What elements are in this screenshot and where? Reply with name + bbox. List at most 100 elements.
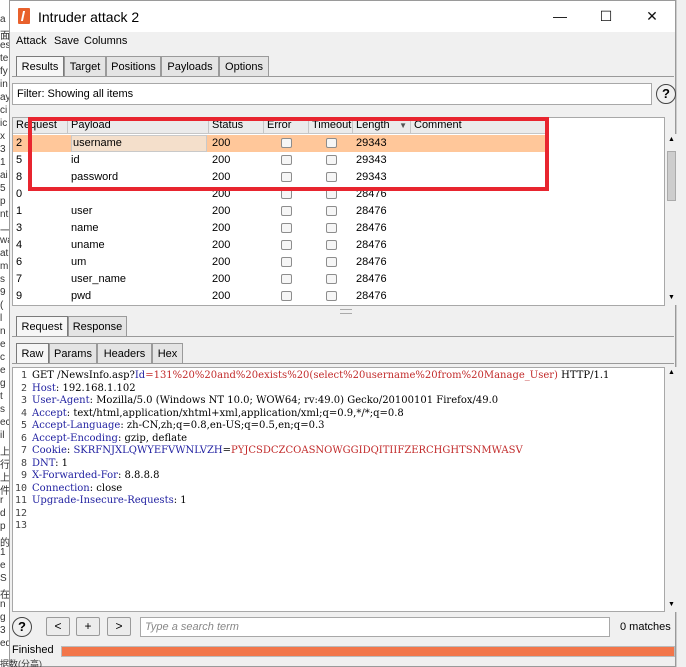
editor-scroll-down-icon[interactable]: ▼	[666, 601, 677, 608]
table-row[interactable]: 1 user 200 28476	[13, 203, 549, 220]
column-header-timeout[interactable]: Timeout	[309, 118, 353, 134]
background-text-fragment: l	[0, 313, 3, 324]
request-editor[interactable]: 1 GET /NewsInfo.asp?Id=131%20%20and%20exi…	[12, 367, 665, 612]
tab-hex[interactable]: Hex	[152, 343, 183, 363]
table-row[interactable]: 0 200 28476	[13, 186, 549, 203]
background-text-fragment: ic	[0, 118, 8, 129]
tab-params[interactable]: Params	[49, 343, 97, 363]
cell-payload: user	[71, 205, 93, 217]
request-line: Accept-Language: zh-CN,zh;q=0.8,en-US;q=…	[32, 420, 325, 433]
cell-status: 200	[212, 222, 231, 234]
previous-match-button[interactable]: <	[46, 617, 70, 636]
timeout-checkbox[interactable]	[326, 223, 337, 233]
error-checkbox[interactable]	[281, 155, 292, 165]
tab-positions[interactable]: Positions	[106, 56, 161, 76]
table-scrollbar[interactable]: ▲ ▼	[666, 134, 677, 305]
request-token: : text/html,application/xhtml+xml,applic…	[66, 407, 404, 419]
pane-splitter[interactable]	[340, 309, 352, 314]
error-checkbox[interactable]	[281, 206, 292, 216]
tab-target[interactable]: Target	[64, 56, 106, 76]
background-text-fragment: r	[0, 495, 4, 506]
background-window-strip: a面estefyinayciicx31ai5pnt一waatms9(lneceg…	[0, 0, 9, 667]
scroll-up-icon[interactable]: ▲	[666, 136, 677, 143]
request-token: Id	[134, 370, 146, 381]
menu-columns[interactable]: Columns	[84, 35, 127, 47]
background-text-fragment: ay	[0, 92, 9, 103]
timeout-checkbox[interactable]	[326, 274, 337, 284]
error-checkbox[interactable]	[281, 189, 292, 199]
tab-raw[interactable]: Raw	[16, 343, 49, 363]
timeout-checkbox[interactable]	[326, 257, 337, 267]
column-header-status[interactable]: Status	[209, 118, 264, 134]
column-header-comment[interactable]: Comment	[411, 118, 549, 134]
line-number: 8	[20, 457, 27, 469]
column-header-length[interactable]: Length ▼	[353, 118, 411, 134]
editor-scroll-up-icon[interactable]: ▲	[666, 369, 677, 376]
column-header-request[interactable]: Request	[13, 118, 68, 134]
timeout-checkbox[interactable]	[326, 155, 337, 165]
timeout-checkbox[interactable]	[326, 172, 337, 182]
request-line: Accept: text/html,application/xhtml+xml,…	[32, 408, 404, 421]
error-checkbox[interactable]	[281, 223, 292, 233]
filter-bar[interactable]: Filter: Showing all items	[12, 83, 652, 105]
minimize-button[interactable]: —	[537, 1, 583, 32]
error-checkbox[interactable]	[281, 291, 292, 301]
background-text-fragment: in	[0, 79, 8, 90]
background-footer-text: 据数(分高)	[0, 659, 42, 667]
tab-response[interactable]: Response	[68, 316, 127, 336]
background-text-fragment: n	[0, 599, 6, 610]
timeout-checkbox[interactable]	[326, 189, 337, 199]
tab-options[interactable]: Options	[219, 56, 269, 76]
request-token: =131%20%20and%20exists%20(select%20usern…	[145, 370, 558, 381]
menu-attack[interactable]: Attack	[16, 35, 47, 47]
table-row[interactable]: 3 name 200 28476	[13, 220, 549, 237]
table-row[interactable]: 5 id 200 29343	[13, 152, 549, 169]
background-text-fragment: 9	[0, 287, 6, 298]
tab-results[interactable]: Results	[16, 56, 64, 76]
timeout-checkbox[interactable]	[326, 206, 337, 216]
menu-bar: Attack Save Columns	[10, 32, 675, 53]
line-number: 5	[20, 420, 27, 431]
cell-payload: uname	[71, 239, 105, 251]
column-header-payload[interactable]: Payload	[68, 118, 209, 134]
close-button[interactable]: ✕	[629, 1, 675, 32]
search-help-icon[interactable]: ?	[12, 617, 32, 637]
error-checkbox[interactable]	[281, 138, 292, 148]
background-text-fragment: g	[0, 612, 6, 623]
table-row[interactable]: 8 password 200 29343	[13, 169, 549, 186]
help-icon[interactable]: ?	[656, 84, 676, 104]
maximize-button[interactable]: ☐	[583, 1, 629, 32]
request-token: : 192.168.1.102	[55, 382, 136, 394]
editor-scrollbar[interactable]: ▲ ▼	[666, 367, 677, 612]
timeout-checkbox[interactable]	[326, 240, 337, 250]
timeout-checkbox[interactable]	[326, 138, 337, 148]
add-button[interactable]: +	[76, 617, 100, 636]
request-line: Host: 192.168.1.102	[32, 383, 136, 396]
request-token: Accept-Encoding	[32, 432, 118, 444]
tab-headers[interactable]: Headers	[97, 343, 152, 363]
sort-desc-icon: ▼	[399, 121, 407, 130]
table-row[interactable]: 4 uname 200 28476	[13, 237, 549, 254]
timeout-checkbox[interactable]	[326, 291, 337, 301]
search-input[interactable]: Type a search term	[140, 617, 610, 637]
next-match-button[interactable]: >	[107, 617, 131, 636]
request-token: HTTP/1.1	[557, 370, 610, 381]
reqresp-divider	[12, 336, 674, 337]
tab-request[interactable]: Request	[16, 316, 68, 336]
error-checkbox[interactable]	[281, 257, 292, 267]
error-checkbox[interactable]	[281, 172, 292, 182]
table-row[interactable]: 7 user_name 200 28476	[13, 271, 549, 288]
tab-payloads[interactable]: Payloads	[161, 56, 219, 76]
column-header-error[interactable]: Error	[264, 118, 309, 134]
cell-payload: name	[71, 222, 99, 234]
title-bar[interactable]: Intruder attack 2 — ☐ ✕	[10, 1, 675, 32]
table-row[interactable]: 6 um 200 28476	[13, 254, 549, 271]
error-checkbox[interactable]	[281, 240, 292, 250]
table-scrollbar-thumb[interactable]	[667, 151, 676, 201]
table-row[interactable]: 9 pwd 200 28476	[13, 288, 549, 305]
line-number: 11	[14, 495, 27, 506]
scroll-down-icon[interactable]: ▼	[666, 294, 677, 301]
table-row[interactable]: 2 username 200 29343	[13, 135, 549, 152]
menu-save[interactable]: Save	[54, 35, 79, 47]
error-checkbox[interactable]	[281, 274, 292, 284]
